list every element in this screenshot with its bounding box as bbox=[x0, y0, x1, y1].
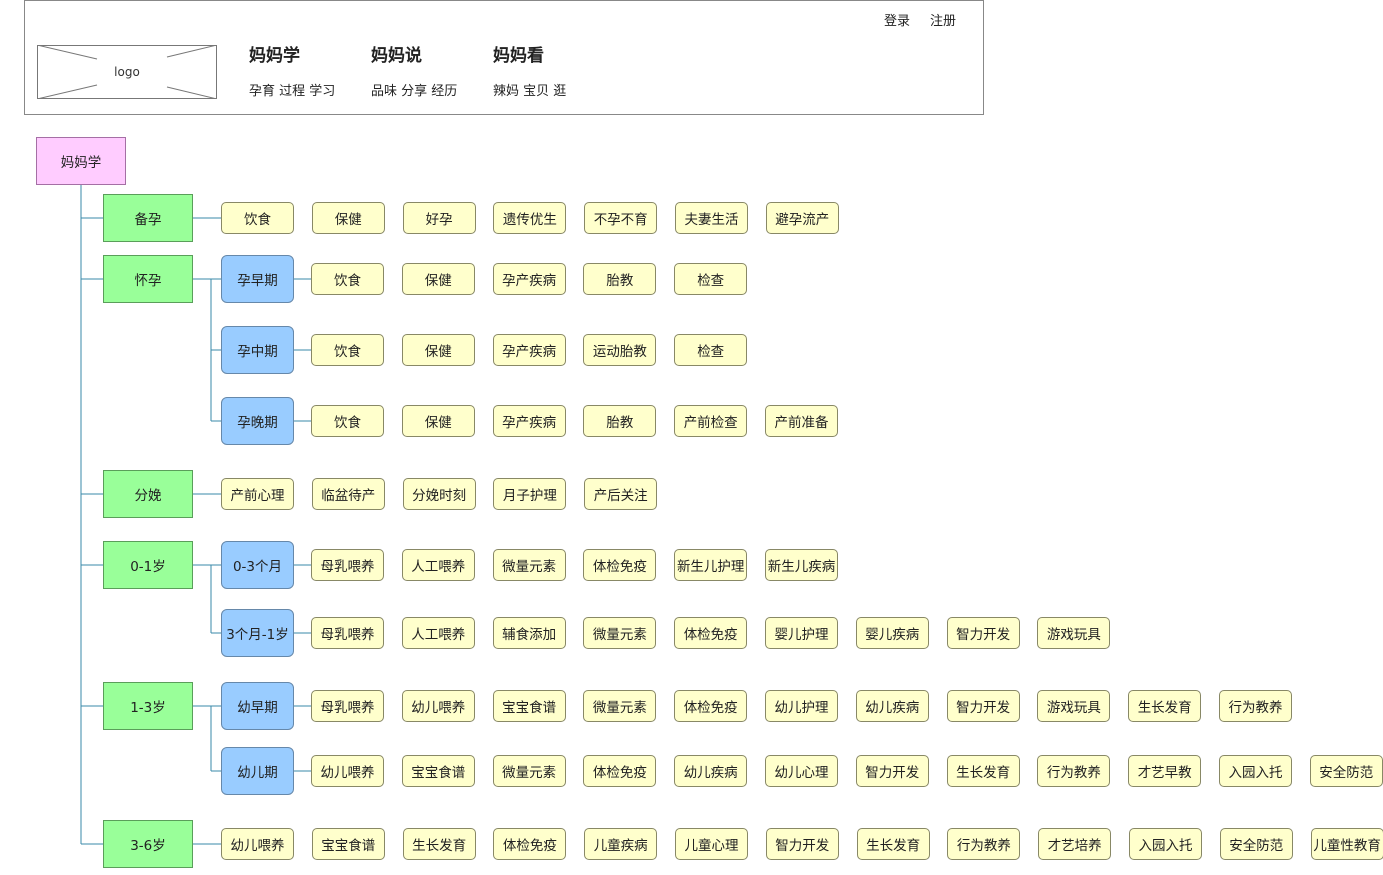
topic-node[interactable]: 幼儿喂养 bbox=[401, 690, 475, 722]
topic-node[interactable]: 产后关注 bbox=[584, 478, 658, 510]
stage-node[interactable]: 备孕 bbox=[103, 194, 193, 242]
topic-node[interactable]: 入园入托 bbox=[1219, 755, 1292, 787]
topic-node[interactable]: 幼儿疾病 bbox=[674, 755, 748, 787]
substage-node[interactable]: 孕中期 bbox=[221, 326, 294, 374]
topic-node[interactable]: 饮食 bbox=[311, 263, 384, 295]
topic-node[interactable]: 生长发育 bbox=[1128, 690, 1202, 722]
topic-node[interactable]: 饮食 bbox=[311, 405, 384, 437]
topic-node[interactable]: 宝宝食谱 bbox=[401, 755, 475, 787]
substage-node[interactable]: 0-3个月 bbox=[221, 541, 294, 589]
stage-node[interactable]: 0-1岁 bbox=[103, 541, 193, 589]
topic-node[interactable]: 才艺早教 bbox=[1128, 755, 1202, 787]
topic-node[interactable]: 游戏玩具 bbox=[1037, 617, 1111, 649]
topic-node[interactable]: 避孕流产 bbox=[765, 202, 839, 234]
stage-node[interactable]: 怀孕 bbox=[103, 255, 193, 303]
topic-node[interactable]: 孕产疾病 bbox=[492, 263, 566, 295]
topic-node[interactable]: 安全防范 bbox=[1219, 828, 1293, 860]
topic-node[interactable]: 生长发育 bbox=[402, 828, 476, 860]
topic-node[interactable]: 幼儿喂养 bbox=[311, 755, 384, 787]
topic-node[interactable]: 儿童疾病 bbox=[584, 828, 658, 860]
topic-node[interactable]: 智力开发 bbox=[765, 828, 839, 860]
topic-node[interactable]: 才艺培养 bbox=[1038, 828, 1112, 860]
substage-node[interactable]: 幼早期 bbox=[221, 682, 294, 730]
topic-node[interactable]: 游戏玩具 bbox=[1037, 690, 1111, 722]
topic-node[interactable]: 婴儿护理 bbox=[765, 617, 838, 649]
topic-node[interactable]: 体检免疫 bbox=[493, 828, 567, 860]
substage-node[interactable]: 孕晚期 bbox=[221, 397, 294, 445]
stage-node[interactable]: 分娩 bbox=[103, 470, 193, 518]
topic-node[interactable]: 体检免疫 bbox=[583, 549, 657, 581]
topic-node[interactable]: 宝宝食谱 bbox=[492, 690, 566, 722]
topic-node[interactable]: 检查 bbox=[674, 263, 748, 295]
root-node[interactable]: 妈妈学 bbox=[36, 137, 126, 185]
topic-node[interactable]: 生长发育 bbox=[856, 828, 930, 860]
topic-node[interactable]: 产前准备 bbox=[765, 405, 838, 437]
topic-node[interactable]: 新生儿护理 bbox=[674, 549, 748, 581]
topic-node[interactable]: 临盆待产 bbox=[311, 478, 385, 510]
topic-node[interactable]: 新生儿疾病 bbox=[765, 549, 838, 581]
substage-node[interactable]: 幼儿期 bbox=[221, 747, 294, 795]
topic-node[interactable]: 幼儿护理 bbox=[765, 690, 838, 722]
topic-node[interactable]: 微量元素 bbox=[583, 617, 657, 649]
topic-node[interactable]: 母乳喂养 bbox=[311, 617, 384, 649]
topic-node[interactable]: 微量元素 bbox=[583, 690, 657, 722]
topic-node[interactable]: 饮食 bbox=[221, 202, 294, 234]
topic-node[interactable]: 智力开发 bbox=[946, 617, 1020, 649]
topic-node[interactable]: 检查 bbox=[674, 334, 748, 366]
topic-node[interactable]: 微量元素 bbox=[492, 755, 566, 787]
topic-node[interactable]: 胎教 bbox=[583, 263, 657, 295]
topic-node[interactable]: 保健 bbox=[401, 263, 475, 295]
connector-lines bbox=[80, 185, 311, 845]
topic-node[interactable]: 行为教养 bbox=[1219, 690, 1292, 722]
substage-node[interactable]: 3个月-1岁 bbox=[221, 609, 294, 657]
topic-node[interactable]: 婴儿疾病 bbox=[855, 617, 929, 649]
topic-node[interactable]: 微量元素 bbox=[492, 549, 566, 581]
topic-node[interactable]: 儿童心理 bbox=[675, 828, 748, 860]
topic-node[interactable]: 好孕 bbox=[402, 202, 476, 234]
topic-node[interactable]: 儿童性教育 bbox=[1310, 828, 1383, 860]
topic-node[interactable]: 孕产疾病 bbox=[492, 334, 566, 366]
topic-node[interactable]: 产前心理 bbox=[221, 478, 294, 510]
topic-node[interactable]: 产前检查 bbox=[674, 405, 748, 437]
topic-node[interactable]: 人工喂养 bbox=[401, 617, 475, 649]
topic-node[interactable]: 孕产疾病 bbox=[492, 405, 566, 437]
substage-node[interactable]: 孕早期 bbox=[221, 255, 294, 303]
topic-node[interactable]: 幼儿喂养 bbox=[221, 828, 294, 860]
topic-node[interactable]: 分娩时刻 bbox=[402, 478, 476, 510]
topic-node[interactable]: 人工喂养 bbox=[401, 549, 475, 581]
topic-node[interactable]: 行为教养 bbox=[947, 828, 1021, 860]
topic-node[interactable]: 运动胎教 bbox=[583, 334, 657, 366]
topic-node[interactable]: 不孕不育 bbox=[584, 202, 658, 234]
topic-node[interactable]: 体检免疫 bbox=[674, 690, 748, 722]
topic-node[interactable]: 安全防范 bbox=[1309, 755, 1383, 787]
stage-node[interactable]: 3-6岁 bbox=[103, 820, 193, 868]
stage-node[interactable]: 1-3岁 bbox=[103, 682, 193, 730]
topic-node[interactable]: 生长发育 bbox=[946, 755, 1020, 787]
topic-node[interactable]: 智力开发 bbox=[946, 690, 1020, 722]
topic-node[interactable]: 行为教养 bbox=[1037, 755, 1111, 787]
topic-node[interactable]: 保健 bbox=[401, 334, 475, 366]
topic-node[interactable]: 辅食添加 bbox=[492, 617, 566, 649]
topic-node[interactable]: 保健 bbox=[401, 405, 475, 437]
topic-node[interactable]: 体检免疫 bbox=[674, 617, 748, 649]
topic-node[interactable]: 智力开发 bbox=[855, 755, 929, 787]
topic-node[interactable]: 母乳喂养 bbox=[311, 549, 384, 581]
topic-node[interactable]: 保健 bbox=[311, 202, 385, 234]
topic-node[interactable]: 母乳喂养 bbox=[311, 690, 384, 722]
topic-node[interactable]: 月子护理 bbox=[493, 478, 567, 510]
topic-node[interactable]: 入园入托 bbox=[1129, 828, 1202, 860]
topic-node[interactable]: 遗传优生 bbox=[493, 202, 567, 234]
topic-node[interactable]: 宝宝食谱 bbox=[311, 828, 385, 860]
topic-node[interactable]: 体检免疫 bbox=[583, 755, 657, 787]
topic-node[interactable]: 饮食 bbox=[311, 334, 384, 366]
topic-node[interactable]: 夫妻生活 bbox=[675, 202, 748, 234]
topic-node[interactable]: 幼儿心理 bbox=[765, 755, 838, 787]
topic-node[interactable]: 幼儿疾病 bbox=[855, 690, 929, 722]
topic-node[interactable]: 胎教 bbox=[583, 405, 657, 437]
